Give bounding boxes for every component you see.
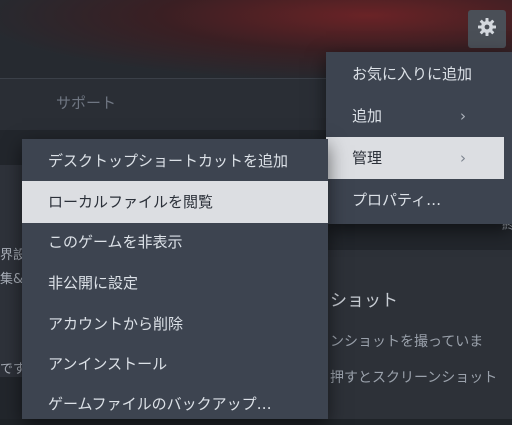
screenshots-text-line: 押すとスクリーンショット: [330, 370, 498, 386]
nav-support-link[interactable]: サポート: [56, 92, 116, 113]
chevron-right-icon: ›: [460, 107, 466, 125]
menu-item-label: お気に入りに追加: [352, 65, 473, 83]
settings-button[interactable]: [468, 10, 506, 48]
left-text-fragment: 集&: [0, 272, 22, 287]
screenshots-text-line: ンショットを撮っていま: [330, 334, 484, 350]
left-text-fragment: 界設: [0, 248, 22, 263]
left-text-fragment: です: [0, 362, 22, 377]
menu-item-manage[interactable]: 管理 ›: [326, 137, 504, 179]
menu-item-label: アカウントから削除: [48, 315, 184, 333]
menu-item-desktop-shortcut[interactable]: デスクトップショートカットを追加: [22, 140, 328, 182]
menu-item-set-private[interactable]: 非公開に設定: [22, 262, 328, 304]
menu-item-label: プロパティ…: [352, 191, 442, 209]
menu-item-label: ローカルファイルを閲覧: [48, 193, 214, 211]
menu-item-uninstall[interactable]: アンインストール: [22, 343, 328, 385]
gear-icon: [477, 17, 497, 41]
menu-item-label: 管理: [352, 149, 383, 167]
menu-item-hide-game[interactable]: このゲームを非表示: [22, 221, 328, 263]
menu-item-label: 非公開に設定: [48, 274, 139, 292]
menu-item-add[interactable]: 追加 ›: [326, 95, 504, 137]
chevron-right-icon: ›: [460, 149, 466, 167]
menu-item-label: 追加: [352, 107, 383, 125]
menu-item-label: ゲームファイルのバックアップ…: [48, 395, 272, 413]
menu-item-label: デスクトップショートカットを追加: [48, 152, 289, 170]
menu-item-properties[interactable]: プロパティ…: [326, 179, 504, 221]
manage-submenu: デスクトップショートカットを追加 ローカルファイルを閲覧 このゲームを非表示 非…: [22, 139, 328, 419]
game-context-menu: お気に入りに追加 追加 › 管理 › プロパティ…: [326, 52, 512, 224]
menu-item-remove-from-account[interactable]: アカウントから削除: [22, 303, 328, 345]
menu-item-add-favorite[interactable]: お気に入りに追加: [326, 53, 504, 95]
menu-item-label: アンインストール: [48, 355, 168, 373]
menu-item-browse-local-files[interactable]: ローカルファイルを閲覧: [22, 181, 328, 223]
menu-item-label: このゲームを非表示: [48, 233, 183, 251]
screenshots-title: ショット: [330, 291, 398, 311]
